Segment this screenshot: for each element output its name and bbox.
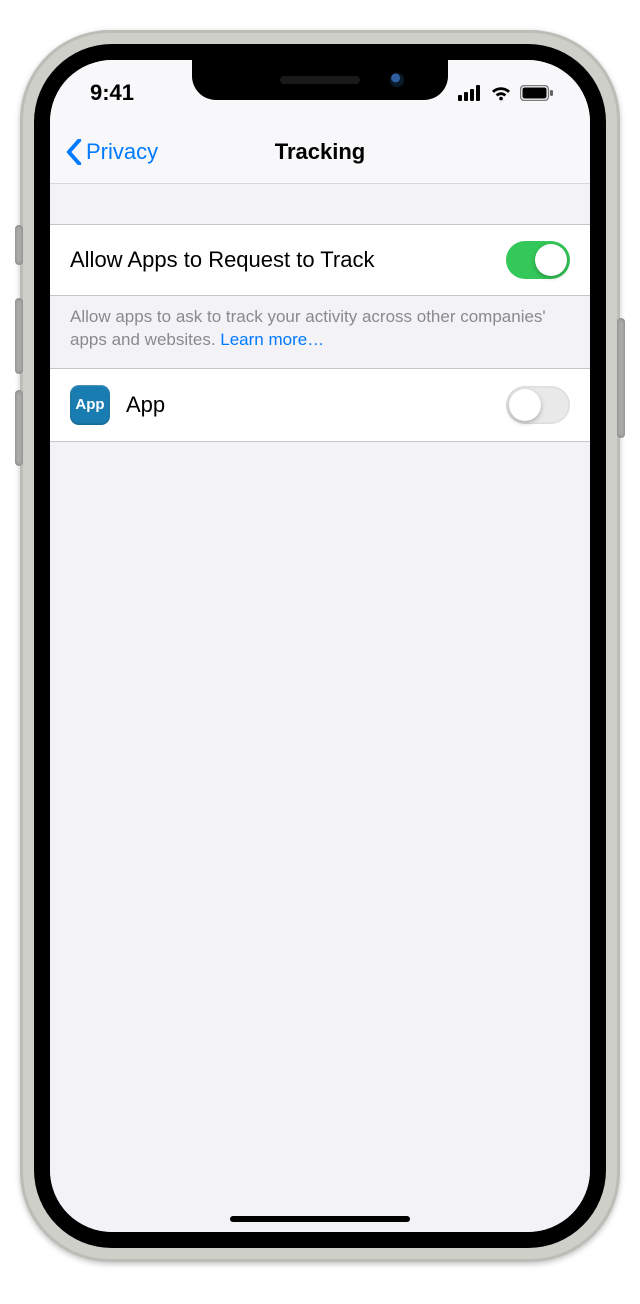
row-app-label: App — [126, 392, 506, 418]
row-allow-apps-to-request: Allow Apps to Request to Track — [50, 224, 590, 296]
section-footer-text: Allow apps to ask to track your activity… — [50, 296, 590, 352]
phone-bezel: 9:41 — [34, 44, 606, 1248]
volume-up-button[interactable] — [15, 298, 23, 374]
home-indicator[interactable] — [230, 1216, 410, 1222]
screen: 9:41 — [50, 60, 590, 1232]
chevron-left-icon — [66, 139, 82, 165]
cellular-signal-icon — [458, 85, 482, 101]
side-button[interactable] — [617, 318, 625, 438]
navigation-bar: Privacy Tracking — [50, 120, 590, 184]
toggle-app-tracking[interactable] — [506, 386, 570, 424]
learn-more-link[interactable]: Learn more… — [220, 330, 324, 349]
earpiece-speaker — [280, 76, 360, 84]
row-app-tracking: App App — [50, 368, 590, 442]
row-label: Allow Apps to Request to Track — [70, 247, 506, 273]
toggle-knob — [535, 244, 567, 276]
status-time: 9:41 — [90, 80, 134, 106]
wifi-icon — [490, 85, 512, 101]
front-camera — [390, 73, 404, 87]
app-icon: App — [70, 385, 110, 425]
content-area: Allow Apps to Request to Track Allow app… — [50, 184, 590, 1232]
toggle-allow-apps-to-request[interactable] — [506, 241, 570, 279]
back-button[interactable]: Privacy — [50, 139, 158, 165]
back-button-label: Privacy — [86, 139, 158, 165]
ringer-switch[interactable] — [15, 225, 23, 265]
phone-frame: 9:41 — [20, 30, 620, 1262]
volume-down-button[interactable] — [15, 390, 23, 466]
battery-icon — [520, 85, 554, 101]
toggle-knob — [509, 389, 541, 421]
notch — [192, 60, 448, 100]
